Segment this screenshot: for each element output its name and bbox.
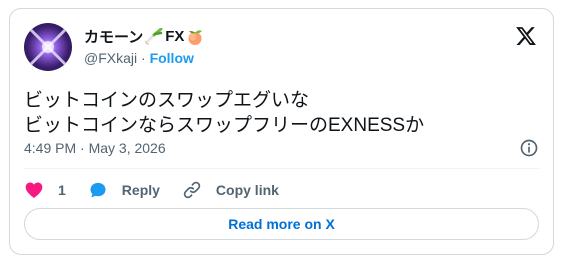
info-icon[interactable]: [519, 138, 539, 158]
reply-label: Reply: [121, 182, 160, 198]
copy-link-label: Copy link: [215, 182, 279, 198]
leek-emoji-icon: [145, 27, 163, 45]
tweet-card: カモーン FX @FXkaji · Follow ビットコインのスワップエグいな…: [9, 8, 554, 255]
avatar-image: [30, 29, 66, 65]
tweet-line: ビットコインのスワップエグいな: [24, 90, 310, 111]
follow-button[interactable]: Follow: [150, 50, 194, 66]
tweet-meta: 4:49 PM · May 3, 2026: [24, 138, 539, 158]
tweet-timestamp[interactable]: 4:49 PM · May 3, 2026: [24, 140, 166, 156]
author-handle-row: @FXkaji · Follow: [84, 50, 194, 66]
peach-emoji-icon: [188, 29, 203, 45]
tweet-line: ビットコインならスワップフリーのEXNESSか: [24, 115, 425, 136]
author-handle[interactable]: @FXkaji: [84, 50, 137, 66]
copy-link-button[interactable]: Copy link: [182, 180, 279, 200]
author-name-suffix: FX: [165, 28, 185, 45]
heart-icon: [25, 182, 43, 198]
avatar[interactable]: [24, 23, 72, 71]
link-icon: [183, 181, 201, 199]
like-button[interactable]: 1: [24, 180, 66, 200]
author-display-name: カモーン: [84, 29, 144, 46]
reply-bubble-icon: [90, 182, 106, 198]
author-name-row[interactable]: カモーン FX: [84, 26, 204, 47]
tweet-text: ビットコインのスワップエグいな ビットコインならスワップフリーのEXNESSか: [24, 88, 534, 138]
separator-dot: ·: [141, 50, 146, 66]
like-count: 1: [58, 182, 66, 198]
divider: [24, 168, 539, 169]
x-logo-icon[interactable]: [515, 25, 537, 47]
reply-button[interactable]: Reply: [88, 180, 160, 200]
read-more-button[interactable]: Read more on X: [24, 208, 539, 240]
tweet-actions: 1 Reply Copy link: [24, 179, 301, 201]
